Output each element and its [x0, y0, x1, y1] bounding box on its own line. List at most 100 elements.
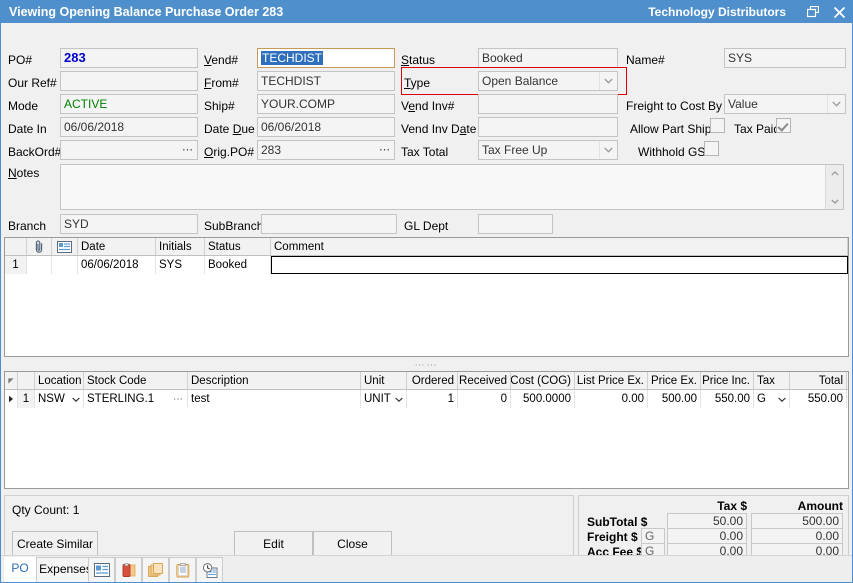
tax-paid-checkbox[interactable]	[776, 118, 791, 133]
line-items-grid[interactable]: Location Stock Code Description Unit Ord…	[4, 371, 849, 489]
note-icon[interactable]	[52, 238, 78, 255]
subtotal-label: SubTotal $	[587, 514, 647, 530]
scroll-down-icon[interactable]	[826, 193, 843, 209]
vend-number-field[interactable]: TECHDIST	[257, 48, 395, 68]
select-all-corner-icon[interactable]	[5, 372, 18, 389]
name-number-field[interactable]: SYS	[724, 48, 846, 68]
line-cell-price-ex[interactable]: 500.00	[648, 390, 701, 408]
create-similar-button[interactable]: Create Similar	[12, 531, 98, 557]
backord-field[interactable]: ⋯	[60, 140, 198, 160]
copy-pages-icon[interactable]	[142, 557, 169, 582]
line-col-ordered[interactable]: Ordered	[407, 372, 458, 389]
purchase-order-window: Viewing Opening Balance Purchase Order 2…	[0, 0, 853, 583]
withhold-gst-checkbox[interactable]	[704, 141, 719, 156]
chevron-down-icon[interactable]	[391, 391, 403, 408]
vend-inv-field[interactable]	[478, 94, 618, 114]
order-header-form: PO# Our Ref# Mode Date In BackOrd# 283 A…	[1, 23, 852, 233]
type-value: Open Balance	[482, 72, 558, 90]
chevron-down-icon[interactable]	[599, 141, 617, 159]
chevron-down-icon[interactable]	[68, 391, 80, 408]
comments-cell-attachment[interactable]	[27, 256, 52, 274]
notes-scrollbar[interactable]	[825, 165, 843, 209]
close-button[interactable]: Close	[313, 531, 392, 557]
line-cell-location[interactable]: NSW	[35, 390, 84, 408]
line-col-tax[interactable]: Tax	[754, 372, 790, 389]
line-col-total[interactable]: Total	[790, 372, 847, 389]
title-bar-right: Technology Distributors	[648, 1, 852, 23]
allow-part-ship-checkbox[interactable]	[710, 118, 725, 133]
notes-label: Notes	[8, 166, 39, 180]
close-icon[interactable]	[826, 1, 852, 23]
line-cell-total[interactable]: 550.00	[790, 390, 847, 408]
stock-code-ellipsis-icon[interactable]: ⋯	[173, 391, 184, 408]
line-cell-received[interactable]: 0	[458, 390, 511, 408]
line-col-received[interactable]: Received	[458, 372, 511, 389]
po-number-label: PO#	[8, 53, 32, 67]
line-col-price-inc[interactable]: Price Inc.	[701, 372, 754, 389]
line-cell-unit[interactable]: UNIT	[361, 390, 407, 408]
line-col-cost-cog[interactable]: Cost (COG)	[511, 372, 575, 389]
history-icon[interactable]	[196, 557, 223, 582]
line-cell-list-price-ex[interactable]: 0.00	[575, 390, 648, 408]
from-number-field[interactable]: TECHDIST	[257, 71, 395, 91]
our-ref-field[interactable]	[60, 71, 198, 91]
table-row[interactable]: 1 06/06/2018 SYS Booked	[5, 256, 848, 274]
branch-field[interactable]: SYD	[60, 214, 198, 234]
notes-textarea[interactable]	[60, 164, 844, 210]
line-col-list-price-ex[interactable]: List Price Ex.	[575, 372, 648, 389]
comments-col-status[interactable]: Status	[205, 238, 271, 255]
line-cell-price-inc[interactable]: 550.00	[701, 390, 754, 408]
tax-total-combo[interactable]: Tax Free Up	[478, 140, 618, 160]
orig-po-ellipsis-icon[interactable]: ⋯	[379, 141, 391, 159]
line-col-description[interactable]: Description	[188, 372, 361, 389]
subbranch-field[interactable]	[261, 214, 397, 234]
ship-number-field[interactable]: YOUR.COMP	[257, 94, 395, 114]
date-in-field[interactable]: 06/06/2018	[60, 117, 198, 137]
tab-expenses[interactable]: Expenses	[36, 557, 95, 582]
vend-inv-date-field[interactable]	[478, 117, 618, 137]
totals-amount-header: Amount	[751, 499, 843, 513]
orig-po-field[interactable]: ⋯283	[257, 140, 395, 160]
gl-dept-field[interactable]	[478, 214, 553, 234]
chevron-down-icon[interactable]	[827, 95, 845, 113]
backord-ellipsis-icon[interactable]: ⋯	[182, 141, 194, 159]
freight-cost-by-value: Value	[728, 95, 758, 113]
type-combo[interactable]: Open Balance	[478, 71, 618, 91]
clipboard-red-icon[interactable]	[115, 557, 142, 582]
comments-cell-date[interactable]: 06/06/2018	[78, 256, 156, 274]
line-cell-stock-code[interactable]: STERLING.1⋯	[84, 390, 188, 408]
date-due-field[interactable]: 06/06/2018	[257, 117, 395, 137]
comments-col-initials[interactable]: Initials	[156, 238, 205, 255]
status-field[interactable]: Booked	[478, 48, 618, 68]
chevron-down-icon[interactable]	[599, 72, 617, 90]
comments-cell-initials[interactable]: SYS	[156, 256, 205, 274]
comments-grid[interactable]: Date Initials Status Comment 1 06/06/201…	[4, 237, 849, 357]
line-cell-description[interactable]: test	[188, 390, 361, 408]
freight-cost-by-combo[interactable]: Value	[724, 94, 846, 114]
line-col-unit[interactable]: Unit	[361, 372, 407, 389]
comments-cell-note[interactable]	[52, 256, 78, 274]
line-cell-cost-cog[interactable]: 500.0000	[511, 390, 575, 408]
edit-button[interactable]: Edit	[234, 531, 313, 557]
line-col-price-ex[interactable]: Price Ex.	[648, 372, 701, 389]
restore-icon[interactable]	[800, 1, 826, 23]
grid-splitter[interactable]: ⋯⋯	[1, 363, 852, 369]
tab-po[interactable]: PO	[4, 557, 36, 582]
table-row[interactable]: 1 NSW STERLING.1⋯ test UNIT 1 0 500.0000…	[5, 390, 848, 408]
mode-field[interactable]: ACTIVE	[60, 94, 198, 114]
po-number-field[interactable]: 283	[60, 48, 198, 68]
line-row-indicator-icon	[5, 390, 18, 408]
comments-cell-status[interactable]: Booked	[205, 256, 271, 274]
line-col-stock-code[interactable]: Stock Code	[84, 372, 188, 389]
clipboard-icon[interactable]	[169, 557, 196, 582]
line-col-location[interactable]: Location	[35, 372, 84, 389]
scroll-up-icon[interactable]	[826, 165, 843, 181]
comments-col-comment[interactable]: Comment	[271, 238, 848, 255]
attachment-icon[interactable]	[27, 238, 52, 255]
line-cell-ordered[interactable]: 1	[407, 390, 458, 408]
chevron-down-icon[interactable]	[774, 391, 786, 408]
comments-cell-comment[interactable]	[271, 256, 848, 274]
comments-col-date[interactable]: Date	[78, 238, 156, 255]
line-cell-tax[interactable]: G	[754, 390, 790, 408]
details-icon[interactable]	[88, 557, 115, 582]
